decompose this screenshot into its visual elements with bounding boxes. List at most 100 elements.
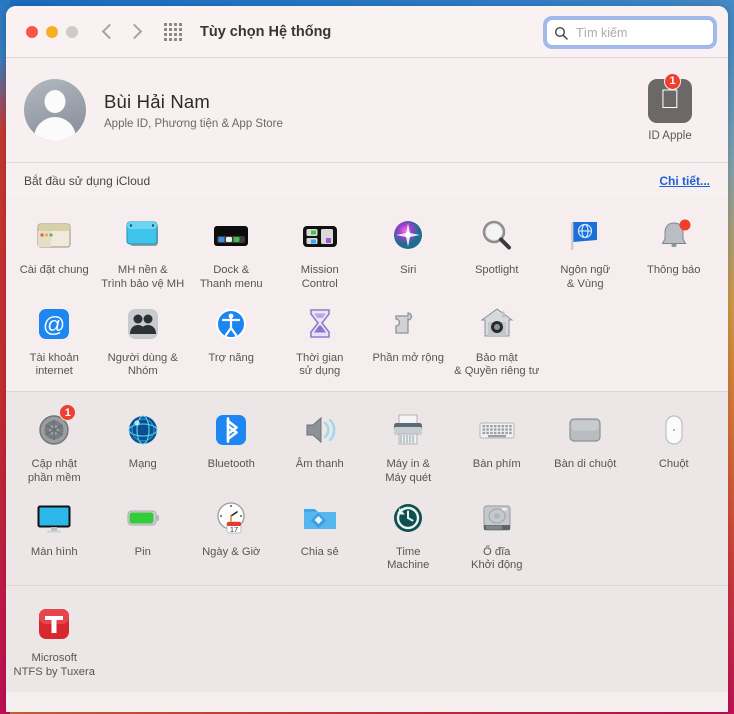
dock-menubar-icon[interactable]	[209, 214, 253, 258]
pref-pane-software-update[interactable]: 1 Cập nhật phần mềm	[10, 402, 99, 490]
apple-id-tile[interactable]:  1 ID Apple	[630, 72, 710, 142]
pref-pane-startup-disk[interactable]: Ổ đĩa Khởi động	[453, 490, 542, 578]
pane-row: Microsoft NTFS by Tuxera	[10, 596, 724, 684]
startup-disk-icon[interactable]	[475, 496, 519, 540]
navigation-buttons	[101, 23, 143, 40]
icloud-details-link[interactable]: Chi tiết...	[659, 174, 710, 188]
screen-time-icon[interactable]	[298, 302, 342, 346]
pref-pane-internet-accounts[interactable]: @ Tài khoản internet	[10, 296, 99, 384]
apple-account-row[interactable]: Bùi Hải Nam Apple ID, Phương tiện & App …	[6, 58, 728, 162]
battery-icon[interactable]	[121, 496, 165, 540]
pref-pane-label: Ngày & Giờ	[202, 545, 261, 558]
displays-icon[interactable]	[32, 496, 76, 540]
minimize-button[interactable]	[46, 25, 58, 38]
apple-glyph: 	[660, 86, 680, 113]
printers-scanners-icon[interactable]	[386, 408, 430, 452]
software-update-icon[interactable]: 1	[32, 404, 77, 452]
pref-pane-label: Trợ năng	[208, 351, 254, 364]
apple-logo-icon[interactable]:  1	[648, 72, 692, 123]
pref-pane-mission-control[interactable]: Mission Control	[276, 208, 365, 296]
sharing-icon[interactable]	[298, 496, 342, 540]
pref-pane-security-privacy[interactable]: Bảo mật & Quyền riêng tư	[453, 296, 542, 384]
pane-row: Màn hình Pin 17 Ngày & Giờ Chia sẻ Time M…	[10, 490, 724, 578]
pref-pane-printers-scanners[interactable]: Máy in & Máy quét	[364, 402, 453, 490]
search-field[interactable]	[546, 19, 728, 46]
pane-row: @ Tài khoản internet Người dùng & Nhóm Tr…	[10, 296, 724, 384]
pref-pane-accessibility[interactable]: Trợ năng	[187, 296, 276, 384]
pref-pane-keyboard[interactable]: Bàn phím	[453, 402, 542, 490]
pref-pane-language-region[interactable]: Ngôn ngữ & Vùng	[541, 208, 630, 296]
tuxera-ntfs-icon[interactable]	[32, 602, 76, 646]
sound-icon[interactable]	[298, 408, 342, 452]
time-machine-icon[interactable]	[386, 496, 430, 540]
pref-pane-siri[interactable]: Siri	[364, 208, 453, 296]
pref-pane-dock-menubar[interactable]: Dock & Thanh menu	[187, 208, 276, 296]
pref-pane-sound[interactable]: Âm thanh	[276, 402, 365, 490]
pref-pane-displays[interactable]: Màn hình	[10, 490, 99, 578]
pref-pane-label: Cài đặt chung	[19, 264, 89, 276]
pref-pane-label: Tài khoản internet	[29, 351, 79, 378]
forward-arrow-icon[interactable]	[126, 23, 143, 40]
pref-pane-label: Mạng	[128, 458, 157, 471]
pref-pane-general-settings[interactable]: Cài đặt chung	[10, 208, 99, 296]
pref-pane-spotlight[interactable]: Spotlight	[453, 208, 542, 296]
avatar-head	[44, 90, 66, 113]
pref-pane-date-time[interactable]: 17 Ngày & Giờ	[187, 490, 276, 578]
pref-pane-label: Ổ đĩa Khởi động	[470, 545, 523, 572]
search-input[interactable]	[574, 25, 728, 40]
pref-pane-users-groups[interactable]: Người dùng & Nhóm	[99, 296, 188, 384]
zoom-button[interactable]	[66, 25, 78, 38]
pref-pane-trackpad[interactable]: Bàn di chuột	[541, 402, 630, 490]
pref-pane-network[interactable]: Mạng	[99, 402, 188, 490]
pref-pane-battery[interactable]: Pin	[99, 490, 188, 578]
pref-pane-bluetooth[interactable]: Bluetooth	[187, 402, 276, 490]
pref-pane-desktop-screensaver[interactable]: MH nền & Trình bảo vệ MH	[99, 208, 188, 296]
icloud-banner: Bắt đầu sử dụng iCloud Chi tiết...	[6, 162, 728, 198]
section-general: Cài đặt chung MH nền & Trình bảo vệ MH D…	[6, 198, 728, 392]
users-groups-icon[interactable]	[121, 302, 165, 346]
trackpad-icon[interactable]	[563, 408, 607, 452]
pref-pane-label: Mission Control	[300, 264, 339, 290]
siri-icon[interactable]	[386, 214, 430, 258]
pref-pane-label: Phần mở rộng	[372, 351, 444, 364]
pref-pane-tuxera-ntfs[interactable]: Microsoft NTFS by Tuxera	[10, 596, 99, 684]
keyboard-icon[interactable]	[475, 408, 519, 452]
spotlight-icon[interactable]	[475, 214, 519, 258]
network-icon[interactable]	[121, 408, 165, 452]
section-hardware: 1 Cập nhật phần mềm Mạng Bluetooth Âm tha…	[6, 392, 728, 586]
pref-pane-screen-time[interactable]: Thời gian sử dụng	[276, 296, 365, 384]
pref-pane-label: Pin	[134, 545, 151, 558]
desktop-screensaver-icon[interactable]	[121, 214, 165, 258]
date-time-icon[interactable]: 17	[209, 496, 253, 540]
general-settings-icon[interactable]	[32, 214, 76, 258]
pref-pane-time-machine[interactable]: Time Machine	[364, 490, 453, 578]
avatar[interactable]	[24, 79, 86, 141]
pref-pane-notifications[interactable]: Thông báo	[630, 208, 719, 296]
show-all-grid-icon[interactable]	[164, 22, 182, 41]
pref-pane-mouse[interactable]: Chuột	[630, 402, 719, 490]
pref-pane-sharing[interactable]: Chia sẻ	[276, 490, 365, 578]
bluetooth-icon[interactable]	[209, 408, 253, 452]
account-name: Bùi Hải Nam	[104, 90, 211, 112]
pref-pane-label: Time Machine	[387, 545, 430, 572]
pref-pane-label: Người dùng & Nhóm	[107, 351, 178, 378]
close-button[interactable]	[26, 25, 38, 38]
pref-pane-extensions[interactable]: Phần mở rộng	[364, 296, 453, 384]
pref-pane-label: Bluetooth	[207, 458, 255, 471]
mission-control-icon[interactable]	[298, 214, 342, 258]
notifications-icon[interactable]	[652, 214, 696, 258]
internet-accounts-icon[interactable]: @	[32, 302, 76, 346]
pref-pane-label: Chia sẻ	[300, 545, 339, 558]
mouse-icon[interactable]	[652, 408, 696, 452]
account-text: Bùi Hải Nam Apple ID, Phương tiện & App …	[104, 91, 283, 130]
pref-pane-label: Bảo mật & Quyền riêng tư	[454, 351, 540, 378]
language-region-icon[interactable]	[563, 214, 607, 258]
security-privacy-icon[interactable]	[475, 302, 519, 346]
accessibility-icon[interactable]	[209, 302, 253, 346]
pref-pane-label: Âm thanh	[295, 458, 344, 471]
back-arrow-icon[interactable]	[101, 23, 118, 40]
pref-pane-label: Bàn phím	[472, 458, 521, 471]
extensions-icon[interactable]	[386, 302, 430, 346]
icloud-text: Bắt đầu sử dụng iCloud	[24, 173, 151, 188]
search-icon	[554, 26, 568, 40]
